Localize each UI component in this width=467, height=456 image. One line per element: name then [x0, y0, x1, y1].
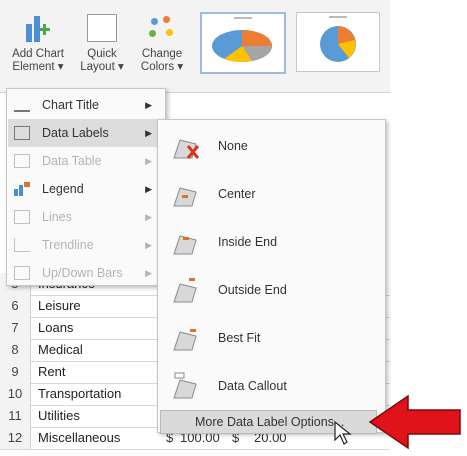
quick-layout-button[interactable]: Quick Layout ▾ [74, 0, 130, 92]
up-down-bars-icon [14, 266, 30, 280]
add-chart-element-icon [23, 14, 53, 42]
submenu-arrow-icon: ▶ [145, 240, 152, 250]
submenu-arrow-icon: ▶ [145, 268, 152, 278]
menu-item-data-labels[interactable]: Data Labels ▶ [8, 119, 164, 147]
category-cell[interactable]: Loans [38, 317, 73, 339]
add-chart-element-button[interactable]: Add Chart Element ▾ [4, 0, 72, 92]
data-labels-inside-end-icon [173, 235, 197, 255]
category-cell[interactable]: Transportation [38, 383, 121, 405]
change-colors-button[interactable]: Change Colors ▾ [134, 0, 190, 92]
add-chart-element-label: Add Chart Element ▾ [12, 48, 64, 73]
legend-icon [14, 182, 30, 196]
chart-style-thumbnail-1[interactable] [200, 12, 286, 74]
submenu-arrow-icon: ▶ [145, 184, 152, 194]
category-cell[interactable]: Rent [38, 361, 65, 383]
menu-item-trendline[interactable]: Trendline ▶ [8, 231, 164, 259]
category-cell[interactable]: Leisure [38, 295, 81, 317]
row-number[interactable]: 10 [0, 383, 31, 405]
data-labels-outside-end-icon [173, 278, 197, 303]
submenu-arrow-icon: ▶ [145, 156, 152, 166]
category-cell[interactable]: Medical [38, 339, 83, 361]
data-labels-center[interactable]: Center [158, 170, 385, 218]
menu-item-up-down-bars[interactable]: Up/Down Bars ▶ [8, 259, 164, 287]
category-cell[interactable]: Miscellaneous [38, 427, 120, 449]
submenu-arrow-icon: ▶ [145, 212, 152, 222]
row-number[interactable]: 9 [0, 361, 31, 383]
pie-thumbnail-icon [320, 26, 356, 62]
menu-item-lines[interactable]: Lines ▶ [8, 203, 164, 231]
quick-layout-icon [87, 14, 117, 42]
submenu-arrow-icon: ▶ [145, 100, 152, 110]
change-colors-label: Change Colors ▾ [140, 48, 184, 73]
row-number[interactable]: 12 [0, 427, 31, 449]
data-labels-center-icon [173, 187, 197, 207]
row-number[interactable]: 7 [0, 317, 31, 339]
menu-item-chart-title[interactable]: Chart Title ▶ [8, 91, 164, 119]
data-labels-data-callout-icon [173, 372, 197, 399]
menu-item-legend[interactable]: Legend ▶ [8, 175, 164, 203]
category-cell[interactable]: Utilities [38, 405, 80, 427]
mouse-pointer-icon [334, 420, 352, 445]
trendline-icon [14, 238, 30, 252]
row-number[interactable]: 6 [0, 295, 31, 317]
data-table-icon [14, 154, 30, 168]
row-number[interactable]: 11 [0, 405, 31, 427]
menu-item-data-table[interactable]: Data Table ▶ [8, 147, 164, 175]
data-labels-data-callout[interactable]: Data Callout [158, 362, 385, 410]
data-labels-best-fit[interactable]: Best Fit [158, 314, 385, 362]
data-labels-inside-end[interactable]: Inside End [158, 218, 385, 266]
chart-style-thumbnail-2[interactable] [296, 12, 380, 72]
data-labels-outside-end[interactable]: Outside End [158, 266, 385, 314]
row-number[interactable]: 8 [0, 339, 31, 361]
data-labels-submenu: None Center Inside End Outside End Best … [157, 119, 386, 434]
red-arrow-icon [368, 394, 461, 450]
data-labels-none[interactable]: None [158, 122, 385, 170]
chart-title-icon [14, 98, 30, 112]
chart-design-ribbon: Add Chart Element ▾ Quick Layout ▾ Chang… [0, 0, 390, 93]
lines-icon [14, 210, 30, 224]
submenu-arrow-icon: ▶ [145, 128, 152, 138]
change-colors-icon [147, 14, 177, 42]
add-chart-element-menu: Chart Title ▶ Data Labels ▶ Data Table ▶… [6, 88, 166, 286]
pie-thumbnail-icon [212, 30, 272, 63]
data-labels-best-fit-icon [173, 329, 197, 351]
quick-layout-label: Quick Layout ▾ [80, 48, 124, 73]
data-labels-none-icon [173, 139, 200, 159]
data-labels-icon [14, 126, 30, 140]
